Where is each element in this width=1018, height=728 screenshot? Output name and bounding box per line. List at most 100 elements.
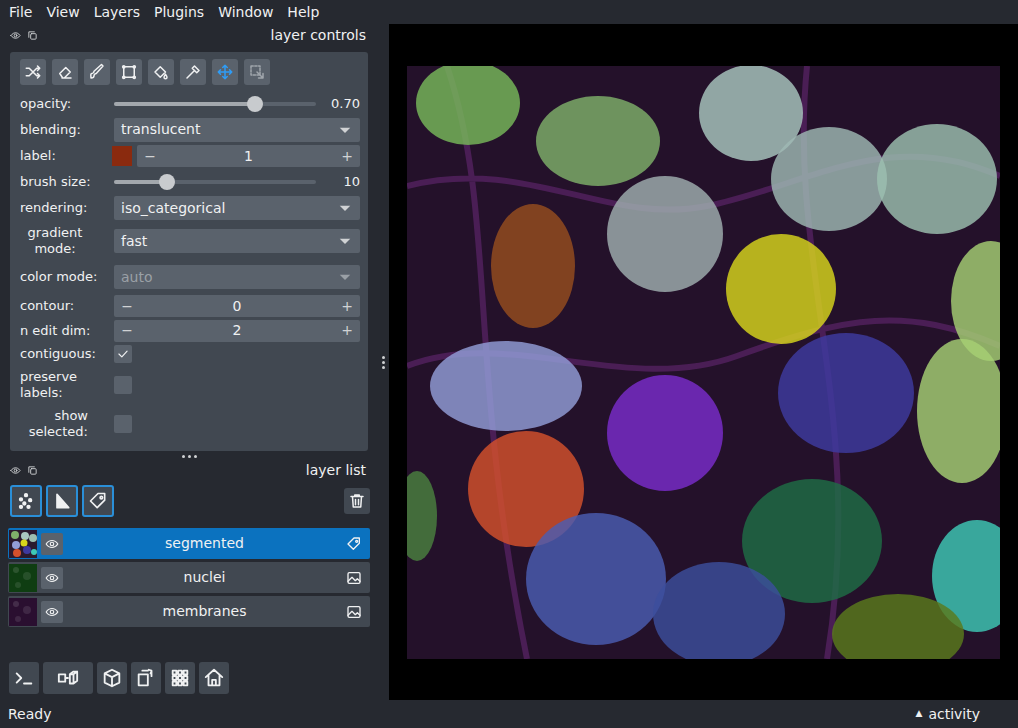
- activity-button[interactable]: ▲activity: [915, 704, 1010, 725]
- menu-item[interactable]: View: [39, 0, 86, 25]
- tool-button[interactable]: [148, 59, 174, 85]
- control-row: brush size:10: [20, 169, 360, 195]
- layer-name[interactable]: segmented: [63, 533, 346, 554]
- visibility-toggle[interactable]: [41, 567, 63, 589]
- tool-button[interactable]: [244, 59, 270, 85]
- control-label: label:: [20, 148, 114, 164]
- checkbox[interactable]: [114, 345, 132, 363]
- slider-handle[interactable]: [247, 96, 263, 112]
- resize-handle[interactable]: [0, 451, 378, 461]
- new-layer-button[interactable]: [46, 485, 78, 517]
- polygon-icon: [120, 63, 138, 81]
- brush-icon: [88, 63, 106, 81]
- slider-track[interactable]: [114, 180, 316, 184]
- decrement-button[interactable]: −: [143, 146, 157, 167]
- dropdown[interactable]: translucent: [114, 118, 360, 142]
- spinbox[interactable]: −2+: [114, 320, 360, 342]
- dropdown-value: auto: [121, 267, 338, 288]
- trash-icon: [348, 492, 366, 510]
- move-icon: [216, 63, 234, 81]
- viewer-button[interactable]: [131, 662, 161, 694]
- dropdown-arrow-icon: [338, 270, 352, 284]
- menu-item[interactable]: Window: [211, 0, 280, 25]
- tool-button[interactable]: [116, 59, 142, 85]
- visibility-toggle[interactable]: [41, 533, 63, 555]
- tool-button[interactable]: [52, 59, 78, 85]
- spinbox-value[interactable]: 2: [134, 320, 340, 341]
- copy-icon: [27, 30, 38, 41]
- eye-icon: [45, 605, 59, 619]
- increment-button[interactable]: +: [340, 296, 354, 317]
- eye-icon: [45, 537, 59, 551]
- dropdown-value: translucent: [121, 119, 338, 140]
- labels-icon: [346, 536, 362, 552]
- layer-controls-header: layer controls: [0, 24, 378, 47]
- layer-name[interactable]: nuclei: [63, 567, 346, 588]
- layer-list: segmented nuclei membranes: [0, 528, 378, 627]
- delete-button[interactable]: [344, 488, 370, 514]
- dropdown-arrow-icon: [338, 123, 352, 137]
- viewer-button[interactable]: [43, 662, 93, 694]
- layer-row[interactable]: nuclei: [8, 562, 370, 593]
- layer-row[interactable]: segmented: [8, 528, 370, 559]
- increment-button[interactable]: +: [340, 146, 354, 167]
- transpose-icon: [135, 667, 157, 689]
- control-row: contour:−0+: [20, 293, 360, 319]
- copy-icon: [27, 465, 38, 476]
- splitter-handle[interactable]: [378, 24, 389, 700]
- control-row: opacity: 0.70: [20, 92, 360, 116]
- dropdown[interactable]: iso_categorical: [114, 196, 360, 220]
- tool-button[interactable]: [180, 59, 206, 85]
- increment-button[interactable]: +: [340, 320, 354, 341]
- control-row: preserve labels:: [20, 366, 360, 404]
- viewer-button[interactable]: [199, 662, 229, 694]
- layer-list-header: layer list: [0, 461, 378, 479]
- tool-button[interactable]: [84, 59, 110, 85]
- decrement-button[interactable]: −: [120, 296, 134, 317]
- control-row: blending:translucent: [20, 116, 360, 143]
- dropdown[interactable]: fast: [114, 229, 360, 253]
- slider-track[interactable]: [114, 102, 316, 106]
- check-icon: [116, 347, 130, 361]
- viewer-button[interactable]: [165, 662, 195, 694]
- status-message: Ready: [8, 704, 51, 725]
- checkbox[interactable]: [114, 415, 132, 433]
- layer-thumbnail: [9, 564, 37, 592]
- viewer-button[interactable]: [97, 662, 127, 694]
- new-shapes-icon: [52, 491, 72, 511]
- home-icon: [203, 667, 225, 689]
- new-layer-button[interactable]: [10, 485, 42, 517]
- eye-icon: [10, 465, 21, 476]
- new-layer-button[interactable]: [82, 485, 114, 517]
- menu-item[interactable]: Plugins: [147, 0, 211, 25]
- control-label: opacity:: [20, 96, 114, 112]
- menu-item[interactable]: Help: [280, 0, 326, 25]
- spinbox[interactable]: −1+: [137, 145, 360, 167]
- console-icon: [13, 667, 35, 689]
- canvas[interactable]: [389, 24, 1018, 700]
- layer-thumbnail: [9, 530, 37, 558]
- menu-item[interactable]: File: [2, 0, 39, 25]
- viewer-button[interactable]: [9, 662, 39, 694]
- thumbnail-content: [9, 564, 37, 592]
- tool-button[interactable]: [212, 59, 238, 85]
- spinbox[interactable]: −0+: [114, 295, 360, 317]
- label-color-swatch[interactable]: [112, 146, 132, 166]
- layer-name[interactable]: membranes: [63, 601, 346, 622]
- image-icon: [346, 604, 362, 620]
- visibility-toggle[interactable]: [41, 601, 63, 623]
- control-row: color mode:auto: [20, 261, 360, 293]
- tool-button[interactable]: [20, 59, 46, 85]
- slider-handle[interactable]: [159, 174, 175, 190]
- eye-icon: [45, 571, 59, 585]
- decrement-button[interactable]: −: [120, 320, 134, 341]
- spinbox-value[interactable]: 0: [134, 296, 340, 317]
- menu-item[interactable]: Layers: [87, 0, 147, 25]
- layer-controls: opacity:0.70blending:translucentlabel:−1…: [10, 52, 368, 451]
- layer-row[interactable]: membranes: [8, 596, 370, 627]
- control-label: contiguous:: [20, 346, 114, 362]
- spinbox-value[interactable]: 1: [157, 146, 340, 167]
- slider-fill: [114, 102, 255, 106]
- slider-reading: 0.70: [326, 94, 360, 114]
- checkbox[interactable]: [114, 376, 132, 394]
